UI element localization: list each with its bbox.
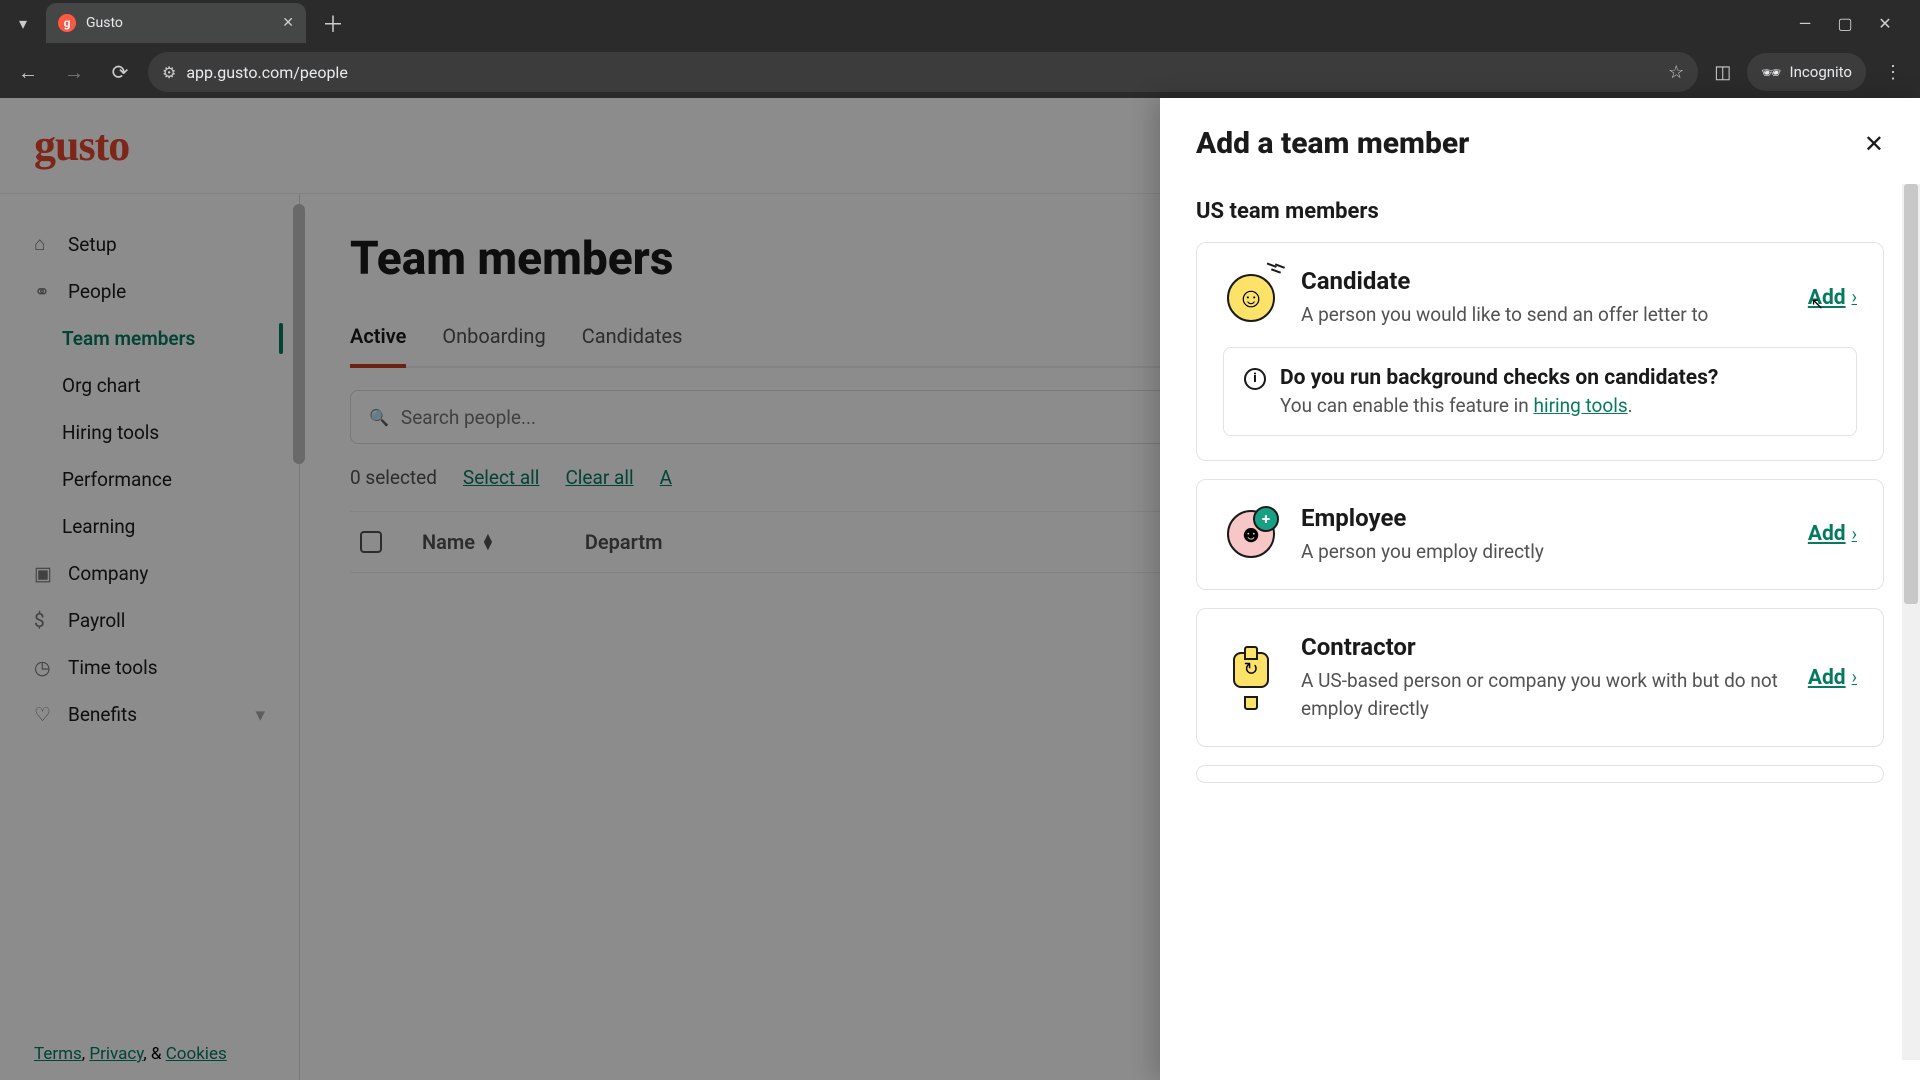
card-title: Contractor [1301,633,1786,661]
back-button[interactable]: ← [10,54,46,90]
hiring-tools-link[interactable]: hiring tools [1533,394,1627,417]
favicon-icon: g [58,14,76,32]
new-tab-button[interactable]: ＋ [314,3,352,43]
card-peek [1196,765,1884,783]
add-employee-button[interactable]: Add› [1808,522,1857,546]
incognito-icon: 🕶 [1761,63,1781,82]
chevron-right-icon: › [1852,524,1857,545]
candidate-icon [1223,270,1279,326]
card-desc: A US-based person or company you work wi… [1301,667,1786,722]
tabs-dropdown[interactable]: ▾ [8,8,38,38]
card-title: Candidate [1301,267,1786,295]
drawer-title: Add a team member [1196,126,1469,161]
bookmark-icon[interactable]: ☆ [1668,62,1684,83]
employee-icon: ☻ [1223,506,1279,562]
browser-tab[interactable]: g Gusto ✕ [46,3,306,43]
incognito-chip[interactable]: 🕶 Incognito [1747,53,1866,91]
info-callout: i Do you run background checks on candid… [1223,347,1857,436]
close-tab-icon[interactable]: ✕ [282,15,294,31]
tab-title: Gusto [86,15,123,31]
tab-bar: ▾ g Gusto ✕ ＋ — ▢ ✕ [0,0,1920,46]
nav-bar: ← → ⟳ ⚙ app.gusto.com/people ☆ ◫ 🕶 Incog… [0,46,1920,98]
contractor-icon: ↻ [1223,650,1279,706]
close-icon[interactable]: ✕ [1864,130,1884,158]
add-contractor-button[interactable]: Add› [1808,666,1857,690]
card-desc: A person you would like to send an offer… [1301,301,1786,329]
browser-menu-icon[interactable]: ⋮ [1876,62,1910,83]
reload-button[interactable]: ⟳ [102,54,138,90]
incognito-label: Incognito [1790,63,1852,81]
card-desc: A person you employ directly [1301,538,1786,566]
drawer-section-heading: US team members [1196,199,1884,224]
close-window-icon[interactable]: ✕ [1876,14,1894,33]
info-icon: i [1244,368,1266,390]
site-settings-icon[interactable]: ⚙ [162,63,176,82]
scrollbar-thumb[interactable] [1904,184,1918,604]
maximize-icon[interactable]: ▢ [1836,14,1854,33]
card-title: Employee [1301,504,1786,532]
card-candidate: Candidate A person you would like to sen… [1196,242,1884,461]
chevron-right-icon: › [1852,287,1857,308]
address-bar[interactable]: ⚙ app.gusto.com/people ☆ [148,52,1698,92]
add-team-member-drawer: Add a team member ✕ US team members Cand… [1160,98,1920,1080]
minimize-icon[interactable]: — [1796,14,1814,33]
info-body: You can enable this feature in hiring to… [1280,394,1718,417]
card-employee: ☻ Employee A person you employ directly … [1196,479,1884,591]
side-panel-icon[interactable]: ◫ [1708,62,1737,83]
card-contractor: ↻ Contractor A US-based person or compan… [1196,608,1884,747]
window-controls: — ▢ ✕ [1796,14,1912,33]
info-title: Do you run background checks on candidat… [1280,366,1718,390]
chevron-right-icon: › [1852,667,1857,688]
forward-button[interactable]: → [56,54,92,90]
add-candidate-button[interactable]: Add› [1808,286,1857,310]
url-text: app.gusto.com/people [186,63,1658,82]
